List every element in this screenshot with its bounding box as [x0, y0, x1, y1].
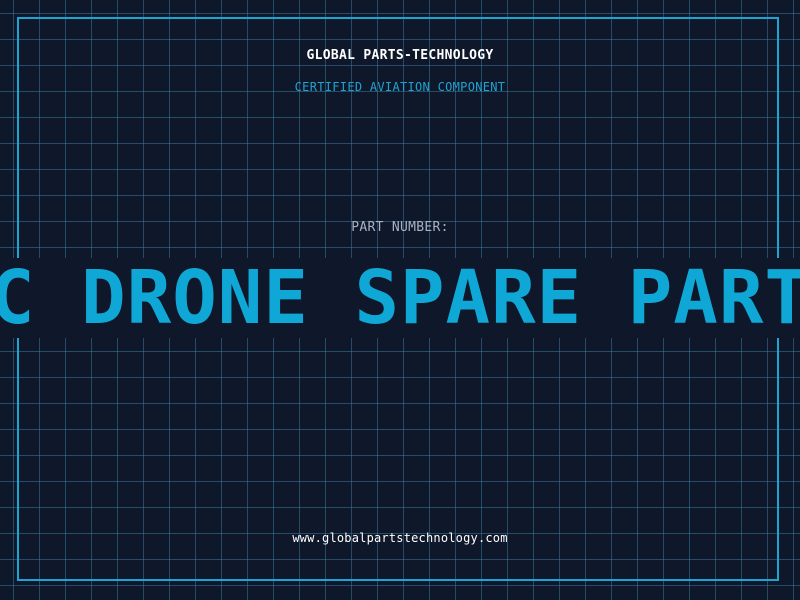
part-number-value: RC DRONE SPARE PARTS — [0, 255, 800, 341]
brand-name: GLOBAL PARTS-TECHNOLOGY — [306, 48, 494, 63]
website-url: www.globalpartstechnology.com — [292, 531, 508, 545]
part-number-label: PART NUMBER: — [351, 220, 449, 235]
label-card: GLOBAL PARTS-TECHNOLOGY CERTIFIED AVIATI… — [0, 0, 800, 600]
certification-subtitle: CERTIFIED AVIATION COMPONENT — [294, 80, 506, 94]
